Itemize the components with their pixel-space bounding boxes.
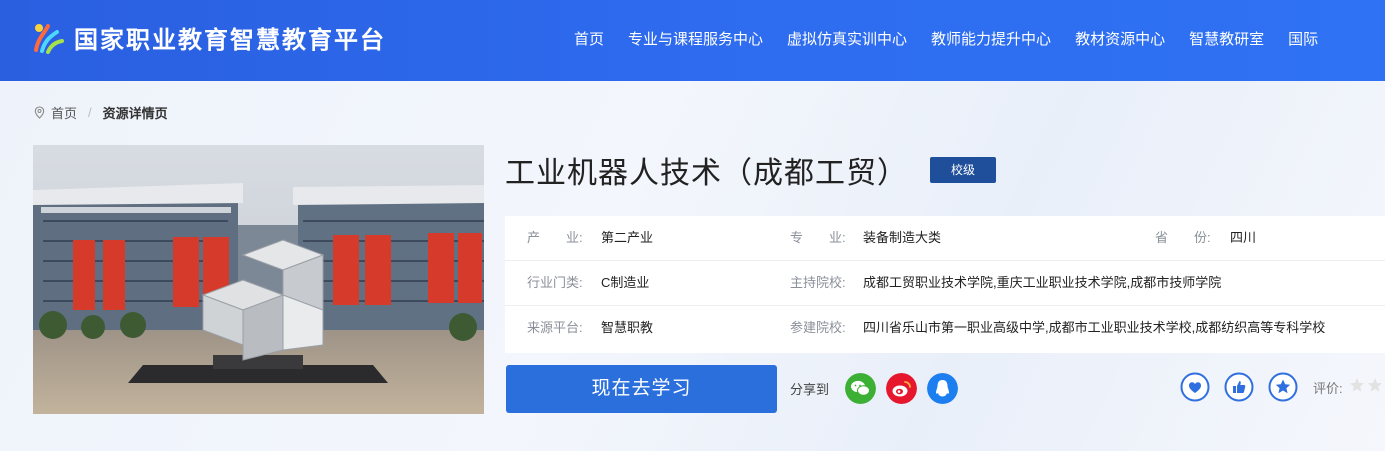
major-value: 装备制造大类: [863, 230, 942, 245]
location-pin-icon: [34, 106, 45, 119]
nav-textbook-center[interactable]: 教材资源中心: [1075, 26, 1165, 54]
top-header: 国家职业教育智慧教育平台 首页 专业与课程服务中心 虚拟仿真实训中心 教师能力提…: [0, 0, 1385, 81]
host-label: 主持院校:: [790, 275, 846, 290]
category-value: C制造业: [601, 275, 650, 290]
favorite-heart-icon[interactable]: [1180, 372, 1210, 402]
nav-home[interactable]: 首页: [574, 26, 604, 54]
collect-star-icon[interactable]: [1268, 372, 1298, 402]
wechat-share-icon[interactable]: [845, 373, 876, 404]
info-row-2: 行业门类: C制造业 主持院校: 成都工贸职业技术学院,重庆工业职业技术学院,成…: [505, 261, 1385, 306]
breadcrumb-current: 资源详情页: [102, 106, 168, 121]
industry-value: 第二产业: [601, 230, 654, 245]
source-value: 智慧职教: [601, 320, 654, 335]
host-value: 成都工贸职业技术学院,重庆工业职业技术学院,成都市技师学院: [863, 275, 1222, 290]
source-label: 来源平台:: [527, 320, 583, 335]
course-title: 工业机器人技术（成都工贸）: [505, 157, 908, 190]
partner-value: 四川省乐山市第一职业高级中学,成都市工业职业技术学校,成都纺织高等专科学校: [863, 320, 1326, 335]
like-thumb-icon[interactable]: [1224, 372, 1254, 402]
site-logo[interactable]: 国家职业教育智慧教育平台: [30, 17, 386, 57]
nav-major-course-center[interactable]: 专业与课程服务中心: [628, 26, 763, 54]
breadcrumb: 首页 / 资源详情页: [34, 103, 168, 122]
share-label: 分享到: [790, 382, 830, 397]
industry-label: 产 业:: [527, 230, 583, 245]
rating-star-icon[interactable]: [1349, 377, 1365, 393]
province-value: 四川: [1230, 230, 1257, 245]
weibo-share-icon[interactable]: [886, 373, 917, 404]
major-label: 专 业:: [790, 230, 846, 245]
level-badge: 校级: [930, 157, 996, 183]
nav-teacher-center[interactable]: 教师能力提升中心: [931, 26, 1051, 54]
study-now-button[interactable]: 现在去学习: [506, 365, 777, 413]
campus-photo: [33, 145, 484, 414]
nav-virtual-training-center[interactable]: 虚拟仿真实训中心: [787, 26, 907, 54]
main-nav: 首页 专业与课程服务中心 虚拟仿真实训中心 教师能力提升中心 教材资源中心 智慧…: [560, 26, 1330, 54]
qq-share-icon[interactable]: [927, 373, 958, 404]
nav-smart-research[interactable]: 智慧教研室: [1189, 26, 1264, 54]
course-cover-image: [33, 145, 484, 414]
partner-label: 参建院校:: [790, 320, 846, 335]
site-title: 国家职业教育智慧教育平台: [74, 26, 386, 54]
rating-star-icon[interactable]: [1367, 377, 1383, 393]
province-label: 省 份:: [1155, 230, 1211, 245]
nav-international[interactable]: 国际: [1288, 26, 1318, 54]
course-title-row: 工业机器人技术（成都工贸） 校级: [505, 148, 996, 192]
info-row-3: 来源平台: 智慧职教 参建院校: 四川省乐山市第一职业高级中学,成都市工业职业技…: [505, 306, 1385, 351]
category-label: 行业门类:: [527, 275, 583, 290]
breadcrumb-separator: /: [88, 105, 92, 120]
rating-label: 评价:: [1313, 381, 1343, 396]
course-info-panel: 产 业: 第二产业 专 业: 装备制造大类 省 份: 四川 行业门类: C制造业…: [505, 216, 1385, 353]
info-row-1: 产 业: 第二产业 专 业: 装备制造大类 省 份: 四川: [505, 216, 1385, 261]
logo-icon: [34, 24, 64, 54]
breadcrumb-home[interactable]: 首页: [51, 103, 77, 122]
